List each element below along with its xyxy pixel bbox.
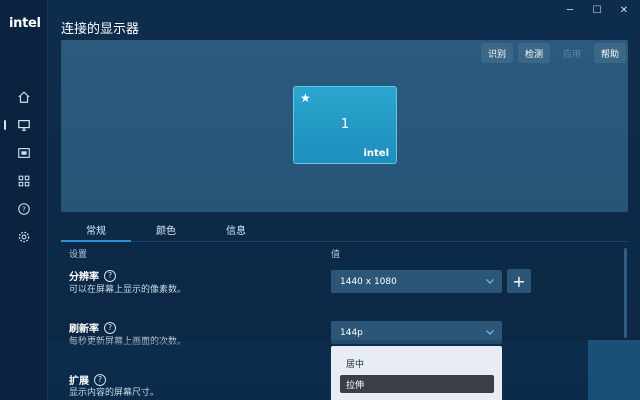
nav-video[interactable] — [0, 141, 48, 165]
apply-button[interactable]: 应用 — [556, 43, 588, 63]
detect-button[interactable]: 检测 — [518, 43, 551, 63]
resolution-label: 分辨率 — [69, 272, 99, 283]
resolution-select[interactable]: 1440 x 1080 — [331, 270, 502, 293]
gear-icon — [18, 231, 30, 243]
refresh-rate-title: 刷新率 ? — [69, 320, 116, 335]
resolution-title: 分辨率 ? — [69, 268, 116, 283]
nav-display[interactable] — [0, 113, 48, 137]
scaling-dropdown-list: 居中 拉伸 — [331, 346, 502, 400]
video-icon — [18, 148, 30, 158]
monitor-brand-logo: intel — [363, 148, 389, 159]
refresh-rate-help-icon[interactable]: ? — [104, 321, 116, 334]
minimize-button[interactable]: ─ — [558, 2, 582, 18]
column-header-setting: 设置 — [69, 250, 88, 260]
dropdown-option-stretch[interactable]: 拉伸 — [340, 375, 494, 393]
identify-button[interactable]: 识别 — [481, 43, 514, 63]
home-icon — [18, 91, 30, 103]
resolution-help-icon[interactable]: ? — [104, 269, 116, 282]
close-button[interactable]: ✕ — [612, 2, 636, 18]
scaling-description: 显示内容的屏幕尺寸。 — [69, 388, 160, 398]
page-title: 连接的显示器 — [61, 22, 140, 37]
add-resolution-button[interactable]: + — [507, 269, 531, 293]
column-header-value: 值 — [331, 250, 341, 260]
display-icon — [18, 120, 30, 131]
help-circle-icon: ? — [18, 203, 30, 215]
svg-text:?: ? — [22, 206, 26, 214]
nav-home[interactable] — [0, 85, 48, 109]
right-region-shade — [588, 340, 640, 400]
help-button[interactable]: 帮助 — [594, 43, 627, 63]
resolution-value: 1440 x 1080 — [340, 276, 397, 287]
settings-tabs: 常规 颜色 信息 — [61, 218, 628, 242]
intel-logo: intel — [9, 16, 41, 31]
apps-grid-icon — [18, 175, 30, 187]
primary-star-icon: ★ — [300, 91, 311, 105]
monitor-number: 1 — [340, 117, 350, 132]
nav-settings[interactable] — [0, 225, 48, 249]
tab-color[interactable]: 颜色 — [131, 218, 201, 241]
chevron-down-icon — [486, 330, 494, 335]
resolution-description: 可以在屏幕上显示的像素数。 — [69, 285, 187, 295]
monitor-tile-1[interactable]: ★ 1 intel — [293, 86, 397, 164]
maximize-button[interactable]: ☐ — [585, 2, 609, 18]
refresh-rate-value: 144p — [340, 327, 363, 338]
sidebar: intel ? — [0, 0, 48, 400]
refresh-rate-label: 刷新率 — [69, 324, 99, 335]
nav-apps[interactable] — [0, 169, 48, 193]
display-preview-panel: 识别 检测 应用 帮助 ★ 1 intel — [61, 40, 628, 212]
intel-graphics-app: intel ? ─ ☐ ✕ 连接的显示器 识别 检测 应用 帮助 ★ 1 int… — [0, 0, 640, 400]
scaling-help-icon[interactable]: ? — [94, 373, 106, 386]
nav-help[interactable]: ? — [0, 197, 48, 221]
tab-general[interactable]: 常规 — [61, 218, 131, 242]
vertical-scrollbar[interactable] — [624, 248, 627, 338]
chevron-down-icon — [486, 279, 494, 284]
tab-info[interactable]: 信息 — [201, 218, 271, 241]
dropdown-option-center[interactable]: 居中 — [340, 354, 494, 372]
